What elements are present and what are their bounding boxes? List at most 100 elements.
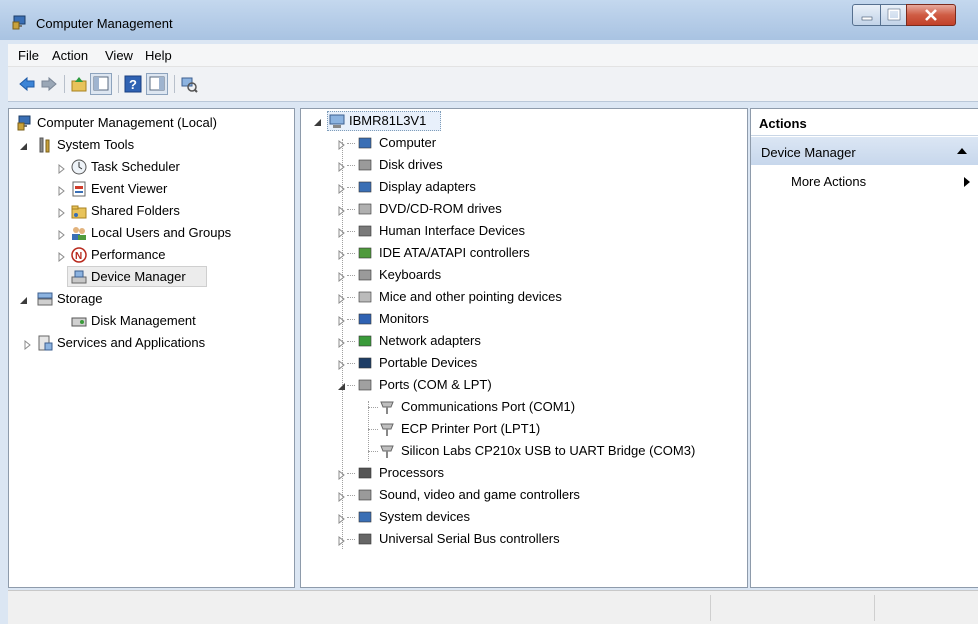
device-category-mouse[interactable]: Mice and other pointing devices — [301, 287, 741, 307]
expanded-arrow-icon[interactable] — [337, 380, 347, 390]
collapse-up-icon[interactable] — [957, 147, 967, 155]
more-actions-item[interactable]: More Actions — [751, 171, 978, 193]
tree-node-shared-folders[interactable]: Shared Folders — [9, 201, 289, 221]
menu-view[interactable]: View — [105, 48, 133, 63]
tree-node-storage[interactable]: Storage — [9, 289, 289, 309]
port-device-item[interactable]: ECP Printer Port (LPT1) — [301, 419, 741, 439]
collapsed-arrow-icon[interactable] — [57, 184, 67, 197]
event-viewer-icon — [71, 181, 87, 197]
collapsed-arrow-icon[interactable] — [337, 512, 347, 525]
tree-connector — [347, 473, 355, 474]
tree-node-performance[interactable]: N Performance — [9, 245, 289, 265]
device-category-system-device[interactable]: System devices — [301, 507, 741, 527]
actions-header-label: Actions — [759, 116, 807, 131]
device-category-monitor[interactable]: Monitors — [301, 309, 741, 329]
collapsed-arrow-icon[interactable] — [337, 160, 347, 173]
console-tree-pane: Computer Management (Local) System Tools… — [8, 108, 295, 588]
device-category-label: Sound, video and game controllers — [379, 487, 580, 502]
collapsed-arrow-icon[interactable] — [337, 358, 347, 371]
device-category-label: Display adapters — [379, 179, 476, 194]
forward-arrow-icon[interactable] — [40, 75, 58, 93]
device-category-keyboard[interactable]: Keyboards — [301, 265, 741, 285]
device-category-display-adapter[interactable]: Display adapters — [301, 177, 741, 197]
collapsed-arrow-icon[interactable] — [337, 204, 347, 217]
tree-node-local-users[interactable]: Local Users and Groups — [9, 223, 289, 243]
device-category-label: Disk drives — [379, 157, 443, 172]
collapsed-arrow-icon[interactable] — [337, 336, 347, 349]
port-device-item[interactable]: Communications Port (COM1) — [301, 397, 741, 417]
collapsed-arrow-icon[interactable] — [337, 534, 347, 547]
services-icon — [37, 335, 53, 351]
collapsed-arrow-icon[interactable] — [337, 270, 347, 283]
collapsed-arrow-icon[interactable] — [337, 226, 347, 239]
computer-management-icon — [17, 115, 33, 131]
tree-connector — [347, 517, 355, 518]
menu-help[interactable]: Help — [145, 48, 172, 63]
status-bar — [8, 590, 978, 624]
hid-icon — [357, 223, 373, 239]
tree-node-event-viewer[interactable]: Event Viewer — [9, 179, 289, 199]
device-category-ide-controller[interactable]: IDE ATA/ATAPI controllers — [301, 243, 741, 263]
scan-hardware-changes-icon[interactable] — [180, 75, 198, 93]
device-category-computer[interactable]: Computer — [301, 133, 741, 153]
device-category-label: Mice and other pointing devices — [379, 289, 562, 304]
device-category-disk-drive[interactable]: Disk drives — [301, 155, 741, 175]
title-bar[interactable]: Computer Management — [0, 0, 978, 40]
collapsed-arrow-icon[interactable] — [57, 206, 67, 219]
close-button[interactable] — [906, 4, 956, 26]
up-folder-icon[interactable] — [70, 75, 88, 93]
collapsed-arrow-icon[interactable] — [57, 250, 67, 263]
tree-node-disk-management[interactable]: Disk Management — [9, 311, 289, 331]
device-category-dvd-drive[interactable]: DVD/CD-ROM drives — [301, 199, 741, 219]
help-icon[interactable]: ? — [124, 75, 142, 93]
submenu-arrow-icon — [964, 177, 970, 187]
collapsed-arrow-icon[interactable] — [57, 162, 67, 175]
minimize-button[interactable] — [852, 4, 882, 26]
tree-node-root[interactable]: Computer Management (Local) — [9, 113, 289, 133]
device-category-port[interactable]: Ports (COM & LPT) — [301, 375, 741, 395]
dvd-drive-icon — [357, 201, 373, 217]
actions-section-device-manager[interactable]: Device Manager — [751, 137, 978, 165]
menu-action[interactable]: Action — [52, 48, 88, 63]
collapsed-arrow-icon[interactable] — [337, 248, 347, 261]
device-category-network-adapter[interactable]: Network adapters — [301, 331, 741, 351]
show-hide-action-pane-button[interactable] — [146, 73, 168, 95]
collapsed-arrow-icon[interactable] — [337, 292, 347, 305]
maximize-button[interactable] — [880, 4, 908, 26]
collapsed-arrow-icon[interactable] — [57, 228, 67, 241]
clock-icon — [71, 159, 87, 175]
computer-icon — [357, 135, 373, 151]
back-arrow-icon[interactable] — [18, 75, 36, 93]
device-category-label: System devices — [379, 509, 471, 524]
device-category-usb[interactable]: Universal Serial Bus controllers — [301, 529, 741, 549]
expanded-arrow-icon[interactable] — [19, 140, 29, 150]
collapsed-arrow-icon[interactable] — [337, 182, 347, 195]
tree-node-device-manager[interactable]: Device Manager — [9, 267, 289, 287]
expanded-arrow-icon[interactable] — [313, 116, 323, 126]
device-category-processor[interactable]: Processors — [301, 463, 741, 483]
device-root-node[interactable]: IBMR81L3V1 — [301, 111, 741, 131]
tree-label: Performance — [91, 247, 166, 262]
tree-node-task-scheduler[interactable]: Task Scheduler — [9, 157, 289, 177]
port-device-item[interactable]: Silicon Labs CP210x USB to UART Bridge (… — [301, 441, 741, 461]
collapsed-arrow-icon[interactable] — [337, 138, 347, 151]
tree-connector — [347, 539, 355, 540]
collapsed-arrow-icon[interactable] — [23, 338, 33, 351]
device-category-hid[interactable]: Human Interface Devices — [301, 221, 741, 241]
tree-label: Task Scheduler — [91, 159, 180, 174]
tree-node-system-tools[interactable]: System Tools — [9, 135, 289, 155]
collapsed-arrow-icon[interactable] — [337, 314, 347, 327]
expanded-arrow-icon[interactable] — [19, 294, 29, 304]
tree-connector — [347, 275, 355, 276]
collapsed-arrow-icon[interactable] — [337, 468, 347, 481]
device-category-portable-device[interactable]: Portable Devices — [301, 353, 741, 373]
collapsed-arrow-icon[interactable] — [337, 490, 347, 503]
show-hide-console-tree-button[interactable] — [90, 73, 112, 95]
port-device-label: Silicon Labs CP210x USB to UART Bridge (… — [401, 443, 696, 458]
tree-connector — [368, 407, 378, 408]
device-category-sound[interactable]: Sound, video and game controllers — [301, 485, 741, 505]
processor-icon — [357, 465, 373, 481]
device-root-label: IBMR81L3V1 — [349, 113, 427, 128]
tree-node-services[interactable]: Services and Applications — [9, 333, 289, 353]
menu-file[interactable]: File — [18, 48, 39, 63]
